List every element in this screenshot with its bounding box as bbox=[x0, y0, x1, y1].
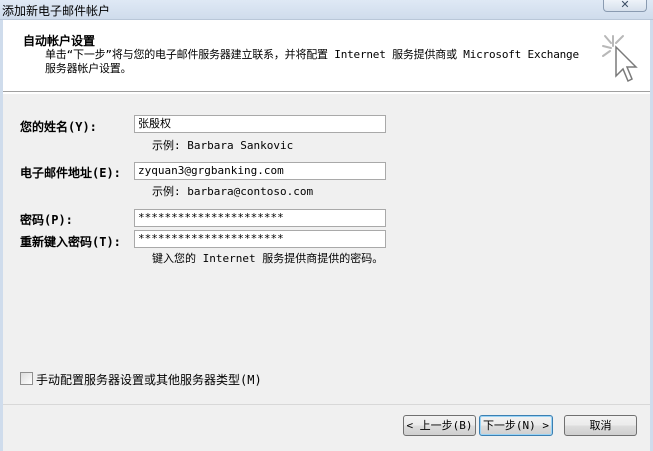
header-description: 单击“下一步”将与您的电子邮件服务器建立联系，并将配置 Internet 服务提… bbox=[45, 48, 579, 75]
password-label: 密码(P): bbox=[20, 213, 73, 227]
close-icon: ✕ bbox=[620, 0, 630, 11]
email-input[interactable]: zyquan3@grgbanking.com bbox=[134, 162, 386, 180]
name-label: 您的姓名(Y): bbox=[20, 120, 97, 134]
password-hint: 键入您的 Internet 服务提供商提供的密码。 bbox=[152, 252, 384, 265]
window-title: 添加新电子邮件帐户 bbox=[2, 4, 111, 18]
wizard-header: 自动帐户设置 单击“下一步”将与您的电子邮件服务器建立联系，并将配置 Inter… bbox=[3, 24, 650, 92]
manual-config-label[interactable]: 手动配置服务器设置或其他服务器类型(M) bbox=[36, 371, 262, 388]
email-hint: 示例: barbara@contoso.com bbox=[152, 185, 314, 198]
cancel-button[interactable]: 取消 bbox=[564, 415, 637, 436]
name-hint: 示例: Barbara Sankovic bbox=[152, 139, 294, 152]
retype-password-input[interactable]: ********************** bbox=[134, 230, 386, 248]
header-title: 自动帐户设置 bbox=[23, 34, 96, 48]
wizard-cursor-icon bbox=[602, 35, 638, 83]
back-button[interactable]: < 上一步(B) bbox=[403, 415, 476, 436]
name-input[interactable]: 张殷权 bbox=[134, 115, 386, 133]
close-button[interactable]: ✕ bbox=[603, 0, 647, 12]
password-input[interactable]: ********************** bbox=[134, 209, 386, 227]
button-bar: < 上一步(B) 下一步(N) > 取消 bbox=[3, 404, 650, 451]
manual-config-checkbox[interactable] bbox=[20, 372, 33, 385]
title-bar: 添加新电子邮件帐户 ✕ bbox=[0, 0, 653, 20]
email-label: 电子邮件地址(E): bbox=[20, 166, 121, 180]
next-button[interactable]: 下一步(N) > bbox=[479, 415, 553, 436]
retype-password-label: 重新键入密码(T): bbox=[20, 235, 121, 249]
account-form: 您的姓名(Y): 张殷权 示例: Barbara Sankovic 电子邮件地址… bbox=[3, 94, 650, 404]
dialog-content: 自动帐户设置 单击“下一步”将与您的电子邮件服务器建立联系，并将配置 Inter… bbox=[3, 20, 650, 451]
